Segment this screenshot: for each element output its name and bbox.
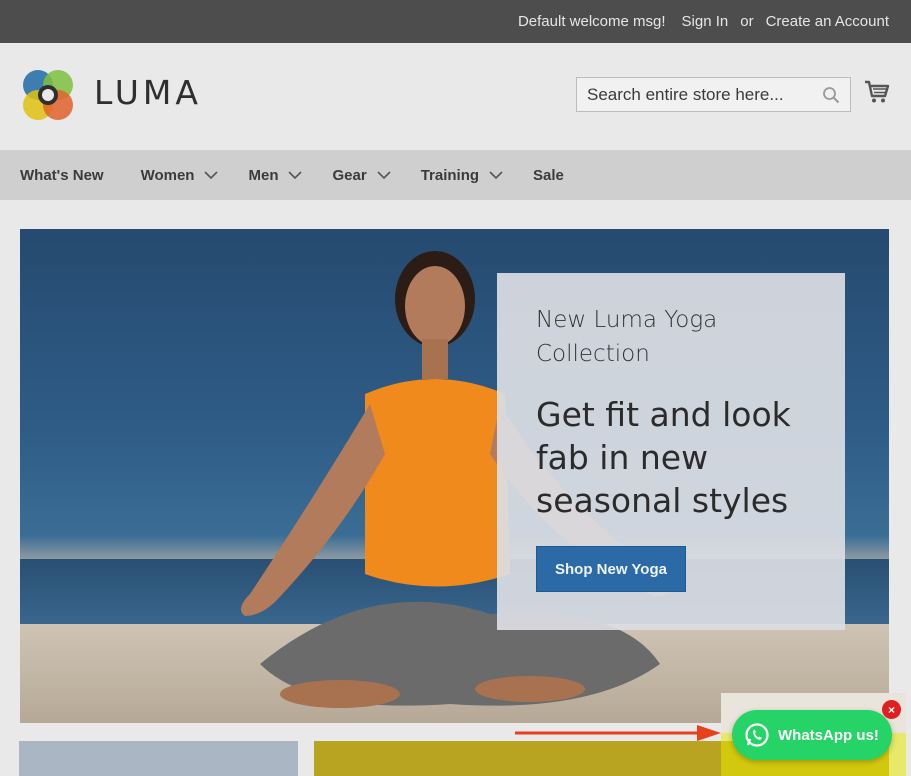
search-box[interactable] — [576, 77, 851, 112]
promo-kicker: New Luma Yoga Collection — [536, 307, 718, 367]
nav-item-label: Gear — [332, 166, 367, 184]
nav-item-label: Training — [420, 166, 480, 184]
nav-item-women[interactable]: Women — [141, 167, 219, 184]
shop-new-yoga-button[interactable]: Shop New Yoga — [536, 546, 686, 592]
nav-item-label: Men — [248, 166, 279, 184]
whatsapp-close-button[interactable]: × — [882, 700, 901, 719]
top-bar: Default welcome msg! Sign In or Create a… — [0, 0, 911, 43]
promo-headline: Get fit and look fab in new seasonal sty… — [536, 395, 791, 520]
main-navigation: What's New Women Men Gear Training Sale — [0, 150, 911, 200]
search-input[interactable] — [577, 78, 817, 111]
promo-tile-left[interactable] — [19, 741, 298, 776]
welcome-message: Default welcome msg! — [517, 13, 666, 30]
nav-item-label: Sale — [533, 166, 564, 184]
or-separator: or — [740, 13, 754, 30]
arrow-icon — [515, 725, 721, 741]
whatsapp-icon — [745, 723, 769, 747]
cart-icon[interactable] — [864, 79, 890, 105]
whatsapp-button[interactable]: WhatsApp us! — [732, 710, 892, 760]
nav-item-label: Women — [140, 166, 195, 184]
luma-logo-icon[interactable] — [20, 67, 76, 123]
nav-item-gear[interactable]: Gear — [332, 166, 391, 184]
whatsapp-label: WhatsApp us! — [778, 726, 879, 744]
nav-item-whats-new[interactable]: What's New — [20, 167, 104, 184]
nav-item-men[interactable]: Men — [248, 166, 303, 184]
chevron-down-icon — [204, 171, 219, 180]
search-icon[interactable] — [822, 86, 840, 104]
promo-card: New Luma Yoga Collection Get fit and loo… — [497, 273, 845, 630]
site-header: LUMA — [0, 43, 911, 150]
chevron-down-icon — [288, 171, 303, 180]
logo-text[interactable]: LUMA — [94, 73, 202, 112]
sign-in-link[interactable]: Sign In — [682, 13, 729, 30]
create-account-link[interactable]: Create an Account — [766, 13, 889, 30]
nav-item-label: What's New — [20, 166, 104, 184]
nav-item-training[interactable]: Training — [421, 167, 503, 184]
nav-item-sale[interactable]: Sale — [533, 167, 564, 184]
chevron-down-icon — [377, 171, 391, 180]
chevron-down-icon — [489, 171, 503, 180]
